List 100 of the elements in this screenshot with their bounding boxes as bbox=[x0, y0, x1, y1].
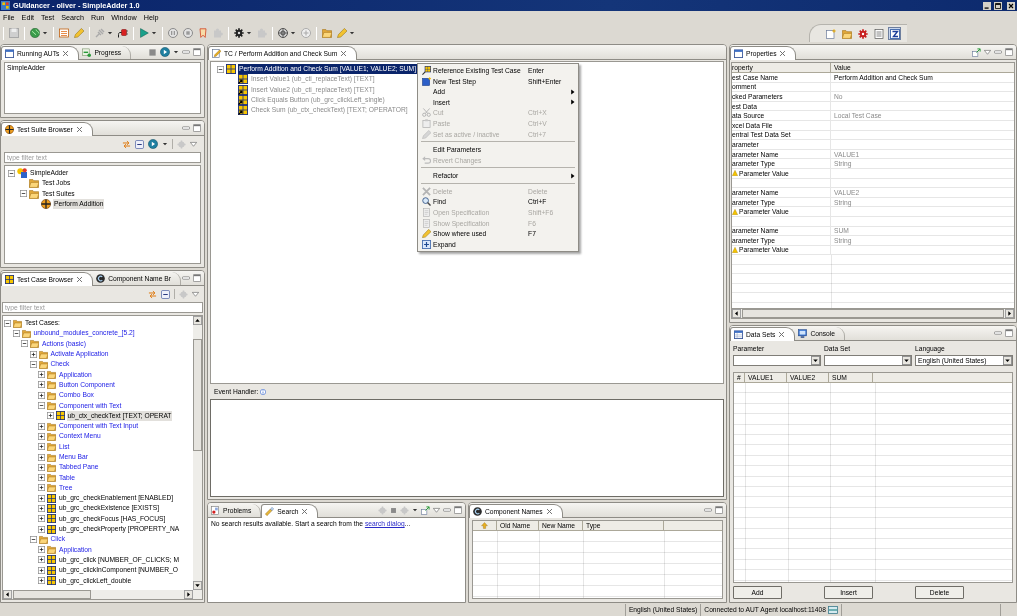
crosshair-icon[interactable] bbox=[278, 28, 288, 38]
expand-icon[interactable] bbox=[38, 494, 45, 502]
scroll-down-icon[interactable] bbox=[193, 581, 202, 590]
grid-icon bbox=[238, 74, 248, 85]
expand-icon[interactable] bbox=[38, 484, 45, 492]
scroll-left-icon[interactable] bbox=[3, 590, 12, 599]
minimize-icon[interactable] bbox=[983, 1, 991, 10]
view-menu-icon[interactable] bbox=[192, 290, 199, 298]
grid-icon bbox=[47, 504, 56, 513]
page-icon bbox=[211, 506, 220, 515]
close-icon[interactable] bbox=[1007, 1, 1015, 10]
scrollbar-thumb[interactable] bbox=[742, 309, 1004, 318]
run-icon[interactable] bbox=[148, 139, 158, 149]
scroll-right-icon[interactable] bbox=[184, 590, 193, 599]
perspective-button[interactable] bbox=[888, 27, 901, 40]
list-icon[interactable] bbox=[59, 28, 69, 38]
grid-icon bbox=[55, 411, 65, 421]
caret-icon[interactable] bbox=[173, 49, 179, 55]
caret-icon[interactable] bbox=[42, 30, 48, 36]
expand-icon[interactable] bbox=[38, 443, 45, 451]
scissors-icon bbox=[421, 108, 431, 118]
search-icon bbox=[421, 197, 431, 207]
expand-icon[interactable] bbox=[38, 556, 45, 564]
collapse-icon[interactable] bbox=[20, 190, 27, 198]
dropdown-arrow-icon[interactable] bbox=[811, 356, 820, 365]
expand-icon[interactable] bbox=[46, 412, 54, 420]
scrollbar[interactable] bbox=[3, 590, 193, 599]
caret-icon[interactable] bbox=[151, 30, 157, 36]
scrollbar[interactable] bbox=[193, 316, 202, 590]
expand-icon[interactable] bbox=[38, 453, 45, 461]
caret-icon[interactable] bbox=[246, 30, 252, 36]
expand-icon[interactable] bbox=[38, 515, 45, 523]
expand-icon[interactable] bbox=[38, 381, 45, 389]
expand-icon[interactable] bbox=[38, 422, 45, 430]
view-menu-icon[interactable] bbox=[984, 48, 991, 56]
folder-icon bbox=[47, 370, 56, 380]
data-set-combo[interactable] bbox=[824, 355, 912, 366]
submenu-arrow-icon bbox=[569, 172, 576, 179]
view-menu-icon[interactable] bbox=[433, 506, 440, 514]
expand-icon[interactable] bbox=[38, 463, 45, 471]
stop-icon[interactable] bbox=[148, 47, 157, 57]
folder-icon bbox=[47, 421, 56, 431]
expand-icon[interactable] bbox=[38, 546, 45, 554]
collapse-icon[interactable] bbox=[29, 360, 37, 368]
scrollbar[interactable] bbox=[731, 309, 1015, 319]
caret-icon[interactable] bbox=[107, 30, 113, 36]
expand-icon[interactable] bbox=[38, 525, 45, 533]
maximize-icon[interactable] bbox=[994, 1, 1002, 10]
expand-icon[interactable] bbox=[38, 474, 45, 482]
folder-icon bbox=[47, 431, 56, 441]
info-icon bbox=[260, 388, 267, 395]
scrollbar-thumb[interactable] bbox=[13, 590, 91, 599]
collapse-icon[interactable] bbox=[29, 535, 37, 543]
pin-icon[interactable] bbox=[972, 47, 981, 57]
crosshair-circle-icon bbox=[5, 125, 14, 134]
expand-icon[interactable] bbox=[38, 391, 45, 399]
folder-icon bbox=[38, 359, 48, 369]
collapse-icon[interactable] bbox=[4, 319, 11, 327]
expand-icon[interactable] bbox=[38, 566, 45, 574]
collapse-icon[interactable] bbox=[8, 169, 15, 177]
blocks-icon bbox=[17, 168, 27, 179]
collapse-all-icon[interactable] bbox=[161, 289, 170, 299]
scrollbar-thumb[interactable] bbox=[193, 339, 202, 451]
pencil-icon bbox=[421, 229, 431, 239]
scroll-left-icon[interactable] bbox=[732, 309, 741, 318]
grid-icon bbox=[5, 275, 14, 284]
collapse-icon[interactable] bbox=[217, 65, 224, 73]
grid-icon bbox=[47, 565, 56, 575]
stop-icon[interactable] bbox=[390, 506, 397, 514]
perspective-button[interactable] bbox=[856, 27, 869, 40]
scroll-up-icon[interactable] bbox=[193, 316, 202, 325]
parameter-combo[interactable] bbox=[733, 355, 821, 366]
collapse-all-icon[interactable] bbox=[135, 139, 144, 149]
scroll-right-icon[interactable] bbox=[1005, 309, 1014, 318]
folder-icon bbox=[13, 318, 22, 328]
expand-icon[interactable] bbox=[38, 577, 45, 585]
pin-icon[interactable] bbox=[421, 505, 430, 515]
folder-icon bbox=[47, 390, 56, 400]
expand-icon[interactable] bbox=[38, 505, 45, 512]
collapse-icon[interactable] bbox=[21, 340, 28, 348]
expand-icon[interactable] bbox=[38, 371, 45, 379]
view-menu-icon[interactable] bbox=[190, 140, 197, 148]
dropdown-arrow-icon[interactable] bbox=[1003, 356, 1012, 365]
window-icon bbox=[734, 49, 743, 58]
gear-icon[interactable] bbox=[234, 28, 244, 38]
collapse-icon[interactable] bbox=[12, 329, 20, 337]
caret-icon[interactable] bbox=[290, 30, 296, 36]
expand-icon[interactable] bbox=[38, 432, 45, 440]
run-icon[interactable] bbox=[160, 47, 170, 57]
expand-icon[interactable] bbox=[29, 350, 37, 358]
folder-icon bbox=[47, 452, 56, 462]
bookmark-icon[interactable] bbox=[198, 28, 208, 38]
folder-icon bbox=[21, 328, 31, 338]
plug-icon[interactable] bbox=[118, 28, 128, 38]
caret-icon[interactable] bbox=[412, 507, 418, 513]
dropdown-arrow-icon[interactable] bbox=[902, 356, 911, 365]
folder-icon bbox=[29, 178, 39, 189]
collapse-icon[interactable] bbox=[38, 402, 45, 409]
caret-icon[interactable] bbox=[162, 141, 168, 147]
caret-icon[interactable] bbox=[349, 30, 355, 36]
